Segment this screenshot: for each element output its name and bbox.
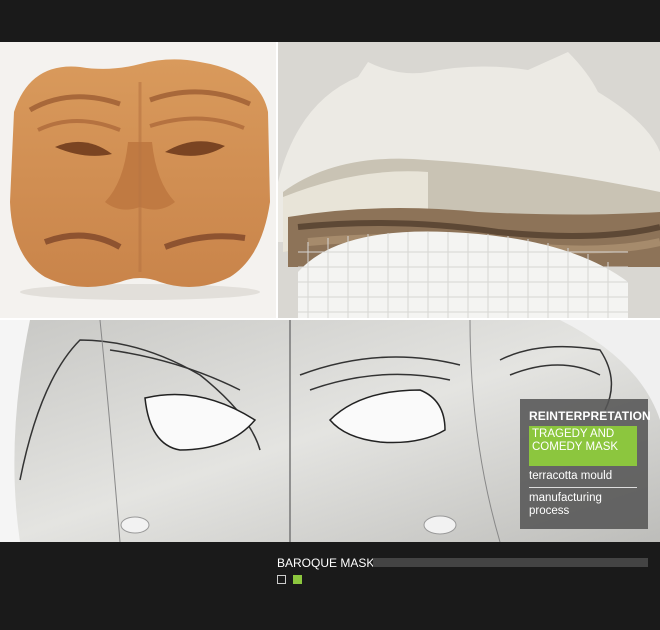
- top-bar: [0, 0, 660, 42]
- gallery-title: BAROQUE MASK: [277, 556, 375, 570]
- tragedy-comedy-mask-item[interactable]: TRAGEDY AND COMEDY MASK: [529, 426, 637, 466]
- panel-divider: [529, 487, 637, 488]
- info-panel: REINTERPRETATION TRAGEDY AND COMEDY MASK…: [520, 399, 651, 529]
- papier-mache-mask-image: [278, 42, 660, 318]
- terracotta-mask-image: [10, 59, 270, 300]
- title-progress-bar: [373, 558, 648, 567]
- manufacturing-process-link[interactable]: manufacturing process: [529, 492, 641, 518]
- terracotta-mask-photo[interactable]: [0, 42, 276, 318]
- panel-header: REINTERPRETATION: [529, 409, 651, 423]
- page-2-button[interactable]: [293, 575, 302, 584]
- page-1-button[interactable]: [277, 575, 286, 584]
- photo-divider-vertical: [276, 42, 278, 320]
- photo-divider-horizontal: [0, 318, 660, 320]
- papier-mache-mask-photo[interactable]: [278, 42, 660, 318]
- terracotta-mould-link[interactable]: terracotta mould: [529, 470, 612, 483]
